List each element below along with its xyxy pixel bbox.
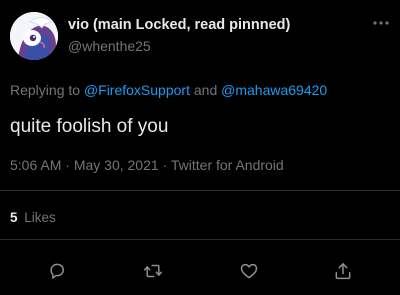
tweet-source[interactable]: Twitter for Android [171,157,284,173]
avatar-image [10,12,58,60]
share-button[interactable] [331,259,355,283]
tweet-date[interactable]: May 30, 2021 [74,157,159,173]
author-handle[interactable]: @whenthe25 [68,38,151,54]
like-button[interactable] [237,259,261,283]
likes-count: 5 [10,210,18,225]
reply-context: Replying to @FirefoxSupport and @mahawa6… [10,82,327,98]
likes-label: Likes [24,210,56,225]
divider [0,239,400,240]
tweet-text: quite foolish of you [10,116,169,137]
meta-separator: · [61,157,74,173]
mention-mahawa69420[interactable]: @mahawa69420 [221,82,327,98]
mention-firefoxsupport[interactable]: @FirefoxSupport [84,82,190,98]
tweet-meta: 5:06 AM · May 30, 2021 · Twitter for And… [10,157,284,173]
likes-stat[interactable]: 5 Likes [10,210,56,225]
reply-icon [50,263,64,279]
meta-separator: · [158,157,171,173]
retweet-icon [143,264,163,278]
like-icon [240,263,258,279]
reply-button[interactable] [45,259,69,283]
tweet-detail: vio (main Locked, read pinnned) @whenthe… [0,0,400,295]
retweet-button[interactable] [141,259,165,283]
more-options-icon[interactable] [372,18,390,28]
share-icon [335,263,351,280]
divider [0,190,400,191]
tweet-time[interactable]: 5:06 AM [10,157,61,173]
reply-prefix: Replying to [10,82,84,98]
author-display-name[interactable]: vio (main Locked, read pinnned) [68,17,290,33]
profile-avatar[interactable] [10,12,58,60]
reply-joiner: and [189,82,222,98]
